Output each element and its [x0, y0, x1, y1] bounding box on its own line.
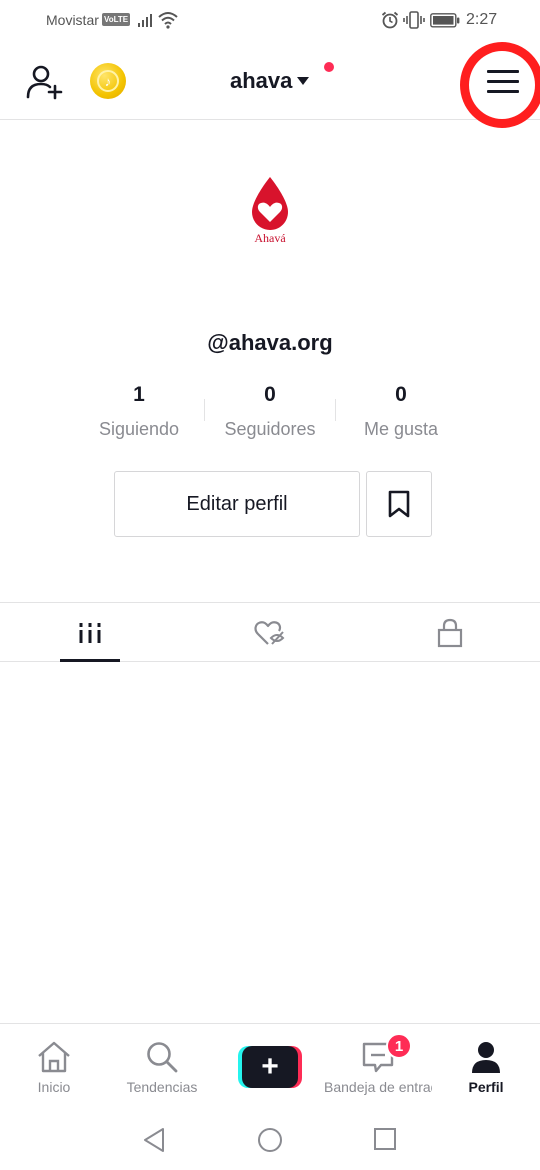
home-icon [38, 1041, 70, 1073]
home-circle-icon[interactable] [257, 1127, 283, 1153]
create-button[interactable]: + [238, 1046, 302, 1088]
stat-label: Me gusta [363, 419, 439, 439]
system-navigation [0, 1103, 540, 1170]
bottom-navigation: Inicio Tendencias + Bandeja de entrada 1 [0, 1023, 540, 1103]
liked-hidden-icon [254, 620, 285, 645]
menu-button[interactable] [460, 42, 540, 128]
profile-icon [472, 1042, 500, 1073]
nav-label: Tendencias [126, 1079, 198, 1095]
tab-liked[interactable] [180, 603, 360, 662]
edit-profile-button[interactable]: Editar perfil [114, 471, 360, 537]
stat-value: 0 [264, 383, 276, 406]
alarm-icon [381, 11, 399, 29]
create-plus-icon: + [242, 1046, 298, 1088]
avatar[interactable]: Ahavá [204, 144, 336, 276]
stat-label: Siguiendo [98, 419, 180, 439]
profile-tabs [0, 602, 540, 662]
search-icon [147, 1042, 178, 1073]
nav-home[interactable]: Inicio [14, 1024, 94, 1104]
clock: 2:27 [466, 11, 498, 28]
bookmarks-button[interactable] [366, 471, 432, 537]
nav-label: Bandeja de entrada [324, 1079, 432, 1095]
profile-header: ♪ ahava [0, 42, 540, 128]
profile-stats: 1 Siguiendo 0 Seguidores 0 Me gusta [0, 383, 540, 443]
stat-likes[interactable]: 0 Me gusta [336, 383, 466, 440]
coin-icon[interactable]: ♪ [90, 63, 126, 99]
status-bar: Movistar VoLTE 2:27 [0, 0, 540, 44]
inbox-badge: 1 [386, 1033, 412, 1059]
nav-label: Perfil [468, 1079, 504, 1095]
recents-icon[interactable] [373, 1127, 397, 1151]
lock-icon [437, 618, 463, 647]
account-name: ahava [230, 68, 293, 93]
battery-icon [430, 13, 460, 28]
carrier-name: Movistar [46, 12, 99, 28]
signal-icon [138, 14, 152, 27]
wifi-icon [158, 12, 178, 29]
username: @ahava.org [207, 330, 333, 355]
bookmark-icon [388, 490, 410, 518]
nav-inbox[interactable]: Bandeja de entrada [324, 1024, 432, 1104]
nav-label: Inicio [37, 1079, 71, 1095]
stat-label: Seguidores [224, 419, 316, 439]
stat-value: 0 [395, 383, 407, 406]
blood-drop-heart-icon [252, 176, 288, 230]
stat-following[interactable]: 1 Siguiendo [74, 383, 204, 440]
active-tab-indicator [60, 659, 120, 662]
videos-grid-icon [79, 622, 101, 643]
tiktok-note-icon: ♪ [97, 70, 119, 92]
stat-value: 1 [133, 383, 145, 406]
notification-dot [324, 62, 334, 72]
caret-down-icon [297, 77, 310, 85]
vibrate-icon [403, 11, 425, 29]
add-user-icon[interactable] [26, 64, 64, 100]
nav-discover[interactable]: Tendencias [114, 1024, 210, 1104]
tab-videos[interactable] [0, 603, 180, 662]
tab-private[interactable] [360, 603, 540, 662]
menu-icon [487, 70, 519, 100]
stat-followers[interactable]: 0 Seguidores [205, 383, 335, 440]
logo-text: Ahavá [254, 230, 286, 245]
account-switcher[interactable]: ahava [230, 66, 310, 96]
volte-badge: VoLTE [102, 13, 131, 26]
nav-profile[interactable]: Perfil [448, 1024, 524, 1104]
back-icon[interactable] [142, 1127, 166, 1153]
